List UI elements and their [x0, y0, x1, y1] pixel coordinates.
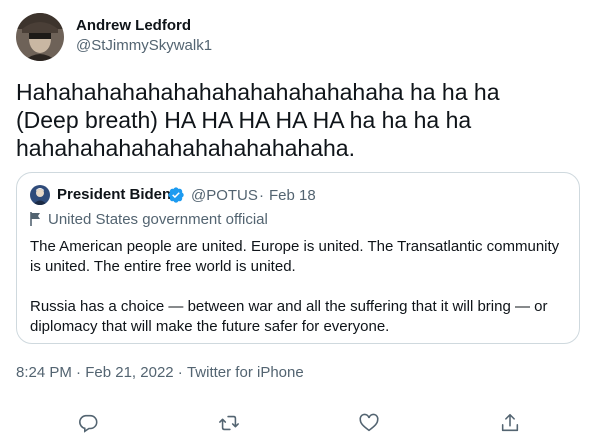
- tweet-date[interactable]: Feb 21, 2022: [85, 364, 173, 381]
- author-name[interactable]: Andrew Ledford: [76, 17, 191, 34]
- like-icon: [359, 413, 379, 432]
- quoted-paragraph: Russia has a choice — between war and al…: [30, 298, 548, 335]
- tweet-time[interactable]: 8:24 PM: [16, 364, 72, 381]
- share-icon: [501, 413, 519, 432]
- tweet-line: (Deep breath) HA HA HA HA HA ha ha ha ha: [16, 107, 472, 133]
- retweet-button[interactable]: [214, 408, 244, 438]
- quoted-tweet[interactable]: President Biden @POTUS · Feb 18 United S…: [16, 172, 580, 344]
- profile-photo-icon: [30, 185, 50, 205]
- quoted-avatar: [30, 185, 50, 205]
- quoted-author-handle: @POTUS: [191, 187, 258, 204]
- like-button[interactable]: [354, 408, 384, 438]
- tweet-line: hahahahahahahahahahahahaha.: [16, 135, 355, 161]
- author-avatar[interactable]: [16, 13, 64, 61]
- quoted-author-name: President Biden: [57, 186, 172, 203]
- reply-icon: [79, 414, 98, 433]
- share-button[interactable]: [495, 408, 525, 438]
- tweet-text: Hahahahahahahahahahahahahahaha ha ha ha …: [16, 78, 576, 162]
- government-official-label: United States government official: [48, 211, 268, 228]
- profile-photo-icon: [16, 13, 64, 61]
- reply-button[interactable]: [73, 408, 103, 438]
- dot-separator: ·: [76, 364, 82, 381]
- retweet-icon: [219, 415, 239, 431]
- verified-badge-icon: [168, 187, 184, 203]
- author-handle[interactable]: @StJimmySkywalk1: [76, 37, 212, 54]
- quoted-tweet-text: The American people are united. Europe i…: [30, 237, 570, 337]
- action-bar: [0, 402, 598, 446]
- tweet-meta: 8:24 PM · Feb 21, 2022 · Twitter for iPh…: [16, 364, 304, 381]
- tweet-line: Hahahahahahahahahahahahahahaha ha ha ha: [16, 79, 500, 105]
- flag-icon: [30, 212, 40, 226]
- dot-separator: ·: [259, 187, 264, 204]
- quoted-paragraph: The American people are united. Europe i…: [30, 238, 560, 275]
- tweet-source[interactable]: Twitter for iPhone: [187, 364, 304, 381]
- quoted-date: Feb 18: [269, 187, 316, 204]
- dot-separator: ·: [177, 364, 183, 381]
